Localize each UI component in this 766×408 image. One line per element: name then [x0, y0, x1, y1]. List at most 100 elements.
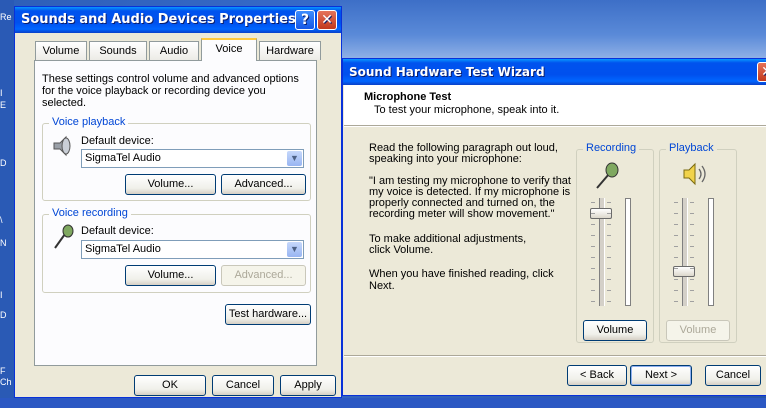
- desktop-icon-label[interactable]: F: [0, 366, 6, 376]
- recording-advanced-button[interactable]: Advanced...: [221, 265, 306, 286]
- slider-tick: [607, 224, 611, 225]
- playback-volume-button[interactable]: Volume: [666, 320, 730, 341]
- slider-tick: [690, 213, 694, 214]
- desktop-icon-label[interactable]: D: [0, 158, 7, 168]
- slider-tick: [591, 224, 595, 225]
- slider-tick: [690, 224, 694, 225]
- slider-tick: [674, 235, 678, 236]
- slider-tick: [591, 290, 595, 291]
- wizard-title: Sound Hardware Test Wizard: [349, 65, 545, 79]
- desktop-icon-label[interactable]: \: [0, 215, 3, 225]
- slider-tick: [591, 235, 595, 236]
- desktop-icon-label[interactable]: I: [0, 88, 3, 98]
- recording-legend: Recording: [583, 142, 640, 154]
- chevron-down-icon[interactable]: ▼: [287, 242, 302, 257]
- playback-device-value: SigmaTel Audio: [85, 152, 161, 164]
- microphone-icon: [54, 224, 74, 249]
- slider-tick: [690, 290, 694, 291]
- slider-tick: [591, 257, 595, 258]
- desktop-icon-label[interactable]: Ch: [0, 377, 12, 387]
- desktop-icon-label[interactable]: N: [0, 238, 7, 248]
- slider-tick: [607, 257, 611, 258]
- slider-tick: [674, 246, 678, 247]
- next-button[interactable]: Next >: [630, 365, 692, 386]
- playback-volume-button[interactable]: Volume...: [125, 174, 216, 195]
- slider-tick: [690, 268, 694, 269]
- speaker-icon: [53, 135, 71, 157]
- cancel-button[interactable]: Cancel: [212, 375, 274, 396]
- footer-divider: [344, 355, 766, 357]
- slider-tick: [674, 213, 678, 214]
- desktop-icon-label[interactable]: D: [0, 310, 7, 320]
- desktop-background: [340, 0, 766, 58]
- chevron-down-icon[interactable]: ▼: [287, 151, 302, 166]
- slider-tick: [690, 235, 694, 236]
- slider-tick: [674, 268, 678, 269]
- help-button[interactable]: ?: [295, 10, 315, 30]
- sound-hardware-test-wizard: Sound Hardware Test Wizard ✕ Microphone …: [342, 58, 766, 396]
- tab-volume[interactable]: Volume: [35, 41, 87, 60]
- wizard-titlebar[interactable]: Sound Hardware Test Wizard ✕: [343, 59, 766, 85]
- slider-tick: [607, 246, 611, 247]
- recording-volume-button[interactable]: Volume: [583, 320, 647, 341]
- voice-recording-group: Voice recording Default device: SigmaTel…: [42, 207, 311, 293]
- slider-tick: [591, 246, 595, 247]
- playback-default-device-label: Default device:: [81, 135, 154, 147]
- slider-tick: [674, 301, 678, 302]
- voice-recording-legend: Voice recording: [49, 207, 131, 219]
- slider-tick: [607, 268, 611, 269]
- voice-tab-panel: These settings control volume and advanc…: [34, 60, 317, 366]
- tab-hardware[interactable]: Hardware: [259, 41, 321, 60]
- recording-volume-button[interactable]: Volume...: [125, 265, 216, 286]
- microphone-icon: [596, 162, 619, 189]
- slider-tick: [690, 246, 694, 247]
- slider-tick: [674, 279, 678, 280]
- playback-device-select[interactable]: SigmaTel Audio ▼: [81, 149, 304, 168]
- playback-advanced-button[interactable]: Advanced...: [221, 174, 306, 195]
- desktop-icon-label[interactable]: I: [0, 290, 3, 300]
- slider-tick: [674, 257, 678, 258]
- taskbar[interactable]: [0, 398, 766, 408]
- slider-tick: [607, 202, 611, 203]
- playback-group: Playback Volume: [659, 142, 737, 343]
- sounds-properties-window: Sounds and Audio Devices Properties ? ✕ …: [14, 6, 342, 398]
- test-hardware-button[interactable]: Test hardware...: [225, 304, 311, 325]
- close-button[interactable]: ✕: [757, 62, 766, 82]
- properties-titlebar[interactable]: Sounds and Audio Devices Properties ? ✕: [15, 7, 341, 33]
- recording-default-device-label: Default device:: [81, 225, 154, 237]
- desktop-icon-label[interactable]: Re: [0, 12, 12, 22]
- desktop-icon-label[interactable]: E: [0, 100, 6, 110]
- close-button[interactable]: ✕: [317, 10, 337, 30]
- recording-group: Recording Volume: [576, 142, 654, 343]
- slider-tick: [607, 235, 611, 236]
- window-title: Sounds and Audio Devices Properties: [21, 12, 296, 27]
- recording-device-select[interactable]: SigmaTel Audio ▼: [81, 240, 304, 259]
- playback-slider-track[interactable]: [682, 198, 688, 306]
- tab-voice[interactable]: Voice: [201, 38, 257, 61]
- slider-tick: [674, 290, 678, 291]
- wizard-header-subtitle: To test your microphone, speak into it.: [374, 104, 560, 116]
- slider-tick: [690, 301, 694, 302]
- slider-tick: [607, 290, 611, 291]
- apply-button[interactable]: Apply: [280, 375, 336, 396]
- slider-tick: [674, 224, 678, 225]
- slider-tick: [607, 301, 611, 302]
- playback-level-meter: [708, 198, 714, 306]
- back-button[interactable]: < Back: [567, 365, 627, 386]
- slider-tick: [607, 213, 611, 214]
- tab-sounds[interactable]: Sounds: [89, 41, 147, 60]
- sample-paragraph: "I am testing my microphone to verify th…: [369, 175, 571, 220]
- voice-description: These settings control volume and advanc…: [42, 73, 299, 109]
- slider-tick: [690, 257, 694, 258]
- tab-audio[interactable]: Audio: [149, 41, 199, 60]
- wizard-header-title: Microphone Test: [364, 91, 452, 103]
- slider-tick: [591, 213, 595, 214]
- cancel-button[interactable]: Cancel: [705, 365, 761, 386]
- recording-level-meter: [625, 198, 631, 306]
- voice-playback-group: Voice playback Default device: SigmaTel …: [42, 116, 311, 201]
- recording-device-value: SigmaTel Audio: [85, 243, 161, 255]
- next-hint: When you have finished reading, click Ne…: [369, 268, 554, 292]
- header-divider: [344, 125, 766, 127]
- wizard-header: Microphone Test To test your microphone,…: [344, 85, 766, 126]
- ok-button[interactable]: OK: [134, 375, 206, 396]
